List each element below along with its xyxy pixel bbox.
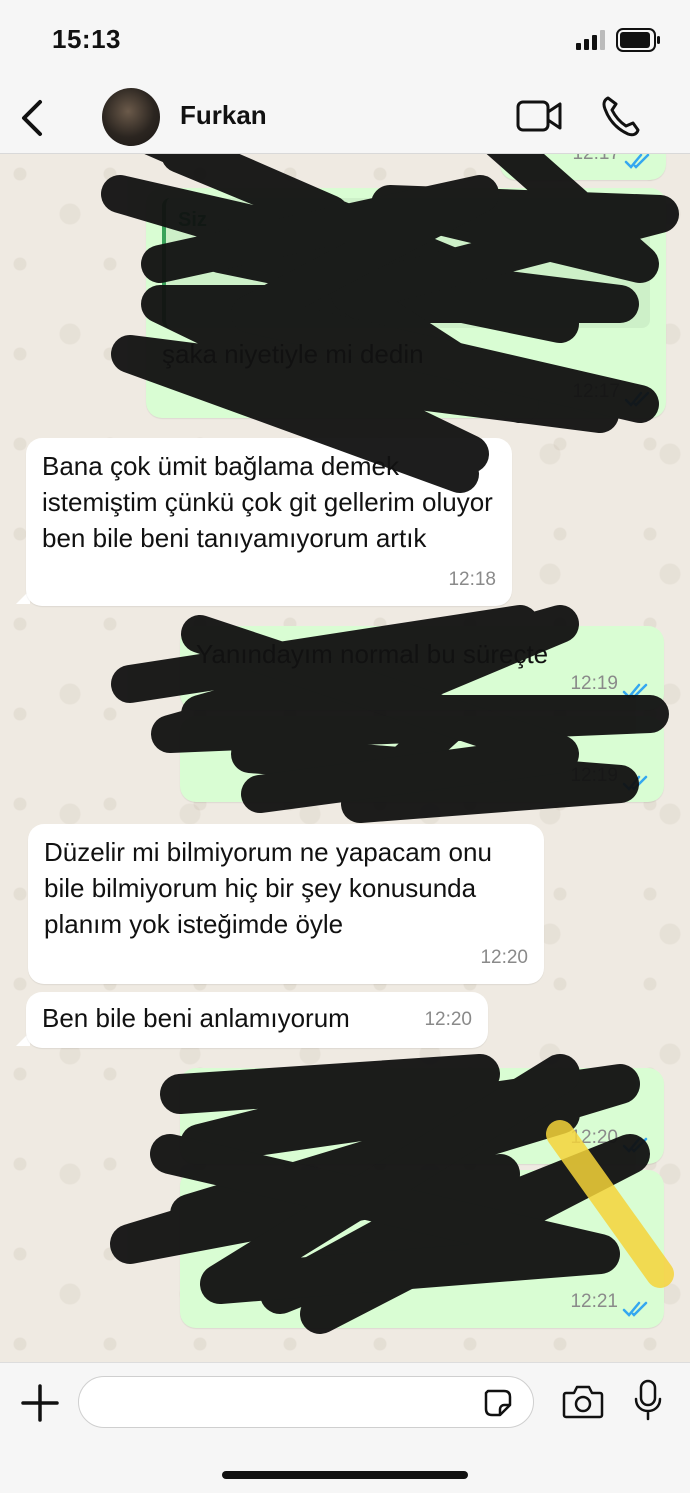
message-text: Ben bile beni anlamıyorum [42, 1003, 350, 1033]
video-camera-icon[interactable] [516, 98, 564, 134]
read-ticks-icon [622, 683, 648, 699]
message-time: 12:17 [572, 381, 620, 402]
message-outgoing[interactable]: 12:20 [180, 1068, 664, 1164]
read-ticks-icon [624, 391, 650, 407]
chat-header: Furkan [0, 80, 690, 154]
message-time: 12:17 [572, 154, 620, 172]
message-time: 12:20 [480, 947, 528, 968]
read-ticks-icon [624, 154, 650, 169]
message-outgoing[interactable]: 12:21 [180, 1170, 664, 1328]
status-bar: 15:13 [0, 0, 690, 80]
home-indicator [222, 1471, 468, 1479]
phone-icon[interactable] [600, 94, 640, 138]
message-incoming[interactable]: Ben bile beni anlamıyorum 12:20 [26, 992, 488, 1048]
message-outgoing[interactable]: 12:17 [500, 154, 666, 180]
message-time: 12:21 [570, 1291, 618, 1312]
read-ticks-icon [622, 1137, 648, 1153]
battery-icon [616, 28, 660, 52]
message-incoming[interactable]: Bana çok ümit bağlama demek istemiştim ç… [26, 438, 512, 606]
message-outgoing[interactable]: Yanındayım normal bu süreçte 12:19 [180, 626, 664, 710]
message-time: 12:18 [448, 569, 496, 590]
avatar[interactable] [102, 88, 160, 146]
plus-icon[interactable] [20, 1383, 60, 1423]
message-text: Bana çok ümit bağlama demek istemiştim ç… [42, 451, 493, 553]
status-time: 15:13 [52, 24, 121, 54]
message-outgoing[interactable]: Siz şaka niyetiyle mi dedin 12:17 [146, 188, 666, 418]
read-ticks-icon [622, 1301, 648, 1317]
message-incoming[interactable]: Düzelir mi bilmiyorum ne yapacam onu bil… [28, 824, 544, 984]
input-bar [0, 1362, 690, 1493]
message-time: 12:20 [570, 1127, 618, 1148]
message-text: Düzelir mi bilmiyorum ne yapacam onu bil… [44, 837, 492, 939]
message-text: şaka niyetiyle mi dedin [162, 339, 424, 369]
message-time: 12:20 [424, 1009, 472, 1030]
message-time: 12:19 [570, 673, 618, 694]
microphone-icon[interactable] [634, 1379, 662, 1421]
camera-icon[interactable] [562, 1383, 604, 1419]
message-outgoing[interactable]: 12:19 [180, 716, 664, 802]
quoted-message[interactable]: Siz [162, 198, 650, 328]
chat-area[interactable]: 12:17 Siz şaka niyetiyle mi dedin 12:17 … [0, 154, 690, 1362]
message-input[interactable] [78, 1376, 534, 1428]
quote-author: Siz [178, 209, 207, 231]
signal-icon [576, 30, 605, 50]
contact-name[interactable]: Furkan [180, 100, 267, 131]
read-ticks-icon [622, 775, 648, 791]
message-time: 12:19 [570, 765, 618, 786]
sticker-icon[interactable] [482, 1387, 514, 1419]
back-icon[interactable] [18, 98, 48, 138]
